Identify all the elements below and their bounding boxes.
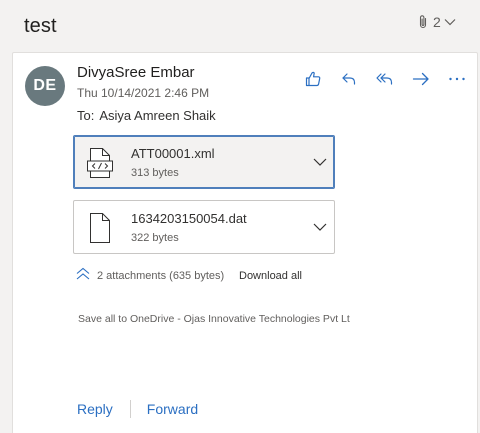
email-subject: test bbox=[24, 15, 57, 37]
attachment-size: 313 bytes bbox=[131, 167, 179, 179]
attachment-name: ATT00001.xml bbox=[131, 146, 215, 161]
attachment-card[interactable]: 1634203150054.dat 322 bytes bbox=[73, 200, 335, 254]
message-actions bbox=[295, 67, 475, 91]
attachment-count-button[interactable]: 2 bbox=[416, 14, 456, 30]
more-options-icon bbox=[448, 76, 466, 82]
download-all-link[interactable]: Download all bbox=[239, 270, 302, 282]
collapse-attachments-icon[interactable] bbox=[75, 267, 91, 284]
reply-button[interactable] bbox=[331, 67, 367, 91]
save-to-onedrive-link[interactable]: Save all to OneDrive - Ojas Innovative T… bbox=[78, 313, 350, 325]
recipient-line: To: Asiya Amreen Shaik bbox=[77, 108, 216, 123]
reply-icon bbox=[340, 70, 358, 88]
attachment-size: 322 bytes bbox=[131, 232, 179, 244]
attachments-summary: 2 attachments (635 bytes) bbox=[75, 267, 224, 284]
attachment-name: 1634203150054.dat bbox=[131, 211, 247, 226]
forward-button[interactable] bbox=[403, 67, 439, 91]
reply-all-icon bbox=[375, 70, 395, 88]
like-icon bbox=[304, 70, 322, 88]
message-card: DE DivyaSree Embar Thu 10/14/2021 2:46 P… bbox=[12, 52, 478, 433]
divider bbox=[129, 400, 131, 418]
attachment-card[interactable]: ATT00001.xml 313 bytes bbox=[73, 135, 335, 189]
more-options-button[interactable] bbox=[439, 67, 475, 91]
forward-link[interactable]: Forward bbox=[147, 401, 198, 417]
message-footer-actions: Reply Forward bbox=[77, 400, 198, 418]
to-label: To: bbox=[77, 108, 95, 123]
forward-icon bbox=[411, 70, 431, 88]
paperclip-icon bbox=[416, 14, 430, 30]
chevron-down-icon[interactable] bbox=[312, 154, 328, 175]
like-button[interactable] bbox=[295, 67, 331, 91]
sender-name[interactable]: DivyaSree Embar bbox=[77, 64, 195, 81]
chevron-down-icon bbox=[444, 18, 456, 26]
sent-date: Thu 10/14/2021 2:46 PM bbox=[77, 86, 210, 100]
attachments-summary-text: 2 attachments (635 bytes) bbox=[97, 269, 225, 282]
reply-all-button[interactable] bbox=[367, 67, 403, 91]
reply-link[interactable]: Reply bbox=[77, 401, 113, 417]
generic-file-icon bbox=[87, 212, 113, 249]
avatar[interactable]: DE bbox=[25, 66, 65, 106]
chevron-down-icon[interactable] bbox=[312, 219, 328, 240]
reading-pane: test 2 DE DivyaSree Embar Thu 10/14/2021… bbox=[0, 0, 480, 433]
recipient-name[interactable]: Asiya Amreen Shaik bbox=[99, 108, 215, 123]
attachment-count: 2 bbox=[433, 14, 441, 30]
code-file-icon bbox=[87, 147, 113, 184]
conversation-header: test 2 bbox=[0, 0, 480, 52]
